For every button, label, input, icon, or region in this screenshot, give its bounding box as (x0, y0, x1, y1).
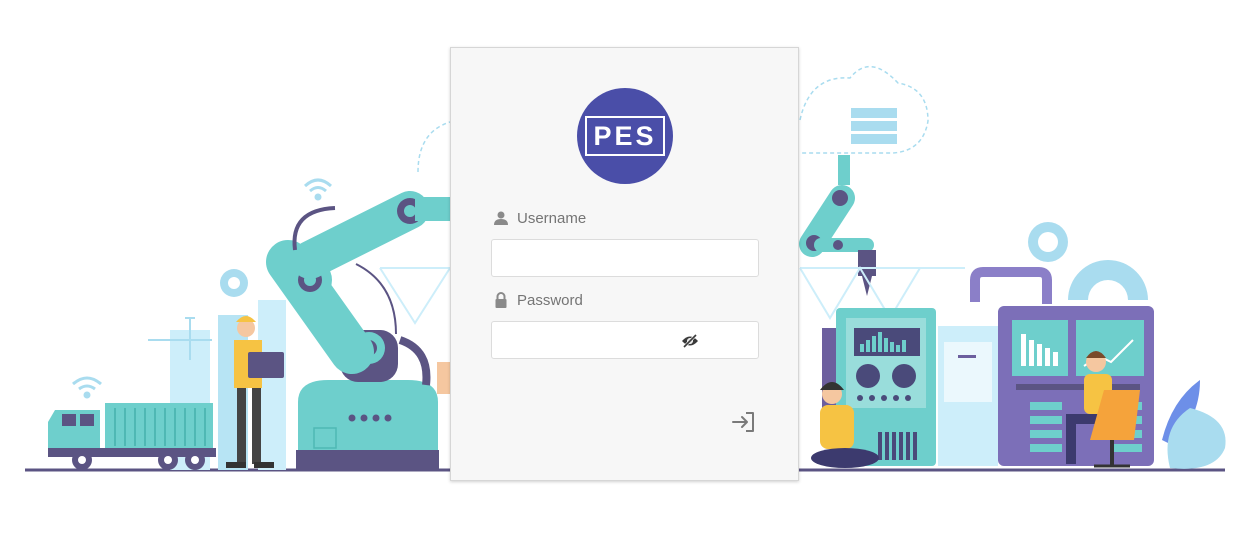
sign-in-icon (732, 412, 754, 432)
eye-off-icon[interactable] (681, 332, 699, 350)
password-input[interactable] (491, 321, 759, 359)
password-label-row: Password (493, 290, 583, 310)
cabinet (938, 326, 998, 466)
building (258, 300, 286, 470)
password-label: Password (517, 291, 583, 309)
pes-logo: PES (577, 88, 673, 184)
login-card: PES Username Password (450, 47, 799, 481)
truss (379, 267, 451, 325)
user-icon (493, 210, 509, 226)
sign-in-button[interactable] (731, 410, 757, 434)
box (437, 362, 451, 394)
lock-icon (493, 292, 509, 308)
gear-icon (1028, 222, 1068, 262)
username-label: Username (517, 209, 587, 227)
gear-icon (220, 269, 248, 297)
logo-text: PES (593, 120, 657, 151)
wifi-icon (72, 376, 102, 399)
robot-arm-right (799, 155, 876, 296)
truck (48, 403, 216, 470)
wifi-icon (303, 178, 333, 201)
robot-arm-left (266, 191, 450, 470)
username-label-row: Username (493, 208, 586, 228)
server-icon (851, 108, 897, 144)
username-input[interactable] (491, 239, 759, 277)
